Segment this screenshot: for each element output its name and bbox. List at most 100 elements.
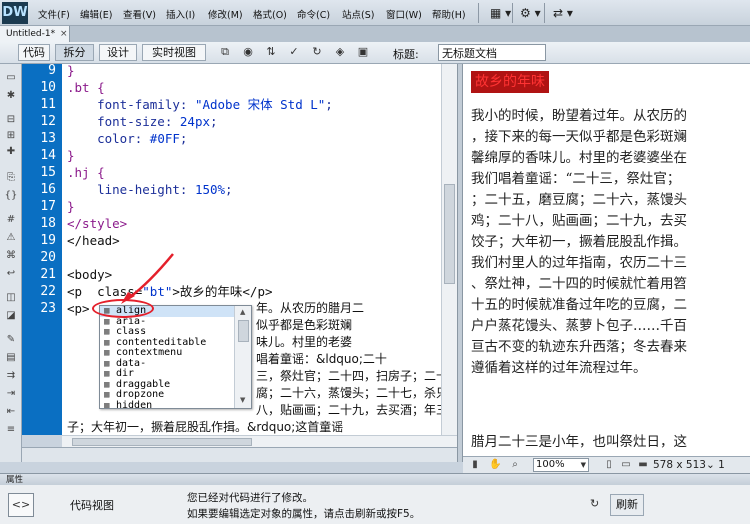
settings-icon[interactable]: ⚙ ▾ — [520, 4, 541, 22]
refresh-button[interactable]: 刷新 — [610, 494, 644, 516]
menu-help[interactable]: 帮助(H) — [432, 7, 466, 21]
code-wrapped-text: 八，贴画画；二十九，去买酒；年三十，包饺 — [256, 403, 441, 417]
expand-all-icon[interactable]: ✚ — [4, 146, 18, 158]
line-number: 16 — [40, 182, 56, 197]
check-browser-icon[interactable]: ✓ — [287, 45, 301, 59]
balance-braces-icon[interactable]: {} — [4, 190, 18, 202]
zoom-select[interactable]: 100% ▼ — [533, 458, 589, 472]
desktop-size-icon[interactable]: ▬ — [637, 459, 649, 471]
collapse-tag-icon[interactable]: ⊟ — [4, 114, 18, 126]
select-parent-tag-icon[interactable]: ⎘ — [4, 172, 18, 184]
line-number: 23 — [40, 301, 56, 316]
menu-separator — [544, 3, 545, 23]
properties-panel-header[interactable]: 属性 — [0, 473, 750, 485]
tablet-size-icon[interactable]: ▭ — [620, 459, 632, 471]
menu-view[interactable]: 查看(V) — [123, 7, 156, 21]
open-documents-icon[interactable]: ▭ — [4, 72, 18, 84]
code-vertical-scrollbar[interactable] — [441, 64, 457, 435]
indent-icon[interactable]: ⇥ — [4, 388, 18, 400]
red-circle-annotation — [92, 299, 154, 318]
menu-edit[interactable]: 编辑(E) — [80, 7, 112, 21]
wrap-tag-icon[interactable]: ✎ — [4, 334, 18, 346]
menu-format[interactable]: 格式(O) — [253, 7, 287, 21]
document-tab[interactable]: Untitled-1* × — [0, 26, 70, 42]
scrollbar-thumb[interactable] — [72, 438, 252, 446]
design-view-button[interactable]: 设计 — [99, 44, 137, 61]
menu-commands[interactable]: 命令(C) — [297, 7, 330, 21]
code-line: <p> — [67, 301, 90, 316]
code-view-button[interactable]: 代码 — [18, 44, 50, 61]
design-text-line: 我小的时候，盼望着过年。从农历的 — [471, 108, 687, 124]
line-number: 19 — [40, 233, 56, 248]
design-view[interactable]: 故乡的年味 我小的时候，盼望着过年。从农历的 ，接下来的每一天似乎都是色彩斑斓 … — [463, 64, 750, 456]
line-number: 12 — [40, 114, 56, 129]
word-wrap-icon[interactable]: ↩ — [4, 268, 18, 280]
line-numbers-icon[interactable]: # — [4, 214, 18, 226]
scroll-up-icon[interactable]: ▲ — [240, 308, 245, 316]
apply-comment-icon[interactable]: ◫ — [4, 292, 18, 304]
layout-icon[interactable]: ▦ ▾ — [490, 4, 511, 22]
visual-aids-icon[interactable]: ◈ — [333, 45, 347, 59]
line-number: 14 — [40, 148, 56, 163]
line-number: 21 — [40, 267, 56, 282]
refresh-design-icon[interactable]: ↻ — [310, 45, 324, 59]
collapse-selection-icon[interactable]: ⊞ — [4, 130, 18, 142]
properties-view-label: 代码视图 — [70, 499, 114, 512]
menu-file[interactable]: 文件(F) — [38, 7, 70, 21]
code-horizontal-scrollbar[interactable] — [62, 435, 457, 447]
show-code-navigator-icon[interactable]: ✱ — [4, 90, 18, 102]
format-source-icon[interactable]: ≡ — [4, 424, 18, 436]
code-line: .hj { — [67, 165, 105, 180]
preview-browser-icon[interactable]: ◉ — [241, 45, 255, 59]
scrollbar-thumb[interactable] — [238, 320, 249, 342]
code-wrapped-text: 子；大年初一，撅着屁股乱作揖。&rdquo;这首童谣 — [67, 420, 344, 434]
line-number: 20 — [40, 250, 56, 265]
title-label: 标题: — [393, 48, 419, 61]
code-line: font-family: "Adobe 宋体 Std L"; — [67, 97, 333, 112]
recent-snippets-icon[interactable]: ▤ — [4, 352, 18, 364]
code-wrapped-text: 三，祭灶官；二十四，扫房子；二十五，磨豆 — [256, 369, 441, 383]
document-tab-label: Untitled-1* — [6, 29, 56, 39]
menu-site[interactable]: 站点(S) — [342, 7, 374, 21]
title-input[interactable] — [438, 44, 546, 61]
scroll-down-icon[interactable]: ▼ — [240, 396, 245, 404]
hand-tool-icon[interactable]: ✋ — [489, 459, 501, 471]
menu-bar: DW 文件(F) 编辑(E) 查看(V) 插入(I) 修改(M) 格式(O) 命… — [0, 0, 750, 26]
page-heading[interactable]: 故乡的年味 — [471, 71, 549, 93]
design-text-line: 户户蒸花馒头、蒸萝卜包子……千百 — [471, 318, 687, 334]
scrollbar-thumb[interactable] — [444, 184, 455, 284]
remove-comment-icon[interactable]: ◪ — [4, 310, 18, 322]
menu-insert[interactable]: 插入(I) — [166, 7, 195, 21]
menu-window[interactable]: 窗口(W) — [386, 7, 422, 21]
validate-icon[interactable]: ▣ — [356, 45, 370, 59]
split-view-button[interactable]: 拆分 — [55, 44, 94, 61]
code-line: .bt { — [67, 80, 105, 95]
close-tab-icon[interactable]: × — [60, 26, 68, 42]
code-line: } — [67, 148, 75, 163]
move-css-icon[interactable]: ⇉ — [4, 370, 18, 382]
code-line: </head> — [67, 233, 120, 248]
code-line: </style> — [67, 216, 128, 231]
syntax-error-icon[interactable]: ⌘ — [4, 250, 18, 262]
sync-icon[interactable]: ⇄ ▾ — [553, 4, 573, 22]
coding-toolbar: ▭ ✱ ⊟ ⊞ ✚ ⎘ {} # ⚠ ⌘ ↩ ◫ ◪ ✎ ▤ ⇉ ⇥ ⇤ ≡ — [0, 64, 22, 462]
dreamweaver-logo: DW — [2, 2, 28, 24]
design-text-line: 馨绵厚的香味儿。村里的老婆婆坐在 — [471, 150, 687, 166]
hint-item[interactable]: ▦ hidden — [100, 400, 234, 408]
menu-modify[interactable]: 修改(M) — [208, 7, 243, 21]
highlight-invalid-icon[interactable]: ⚠ — [4, 232, 18, 244]
file-management-icon[interactable]: ⇅ — [264, 45, 278, 59]
design-text-line: ；二十五，磨豆腐；二十六，蒸馒头 — [471, 192, 687, 208]
code-status-bar — [22, 447, 457, 462]
window-size-readout[interactable]: 578 x 513⌄ 1 — [653, 459, 725, 472]
multiscreen-icon[interactable]: ⧉ — [218, 45, 232, 59]
refresh-icon: ↻ — [590, 497, 600, 510]
mobile-size-icon[interactable]: ▯ — [603, 459, 615, 471]
hint-scrollbar[interactable]: ▲ ▼ — [234, 306, 251, 408]
code-hint-popup[interactable]: ▦ align ▦ aria- ▦ class ▦ contenteditable ▦ c… — [99, 305, 252, 409]
outdent-icon[interactable]: ⇤ — [4, 406, 18, 418]
code-wrapped-text: 腐；二十六，蒸馒头；二十七，杀只鸡；二十 — [256, 386, 441, 400]
live-view-button[interactable]: 实时视图 — [142, 44, 206, 61]
select-tool-icon[interactable]: ▮ — [469, 459, 481, 471]
zoom-tool-icon[interactable]: ⌕ — [509, 459, 521, 471]
